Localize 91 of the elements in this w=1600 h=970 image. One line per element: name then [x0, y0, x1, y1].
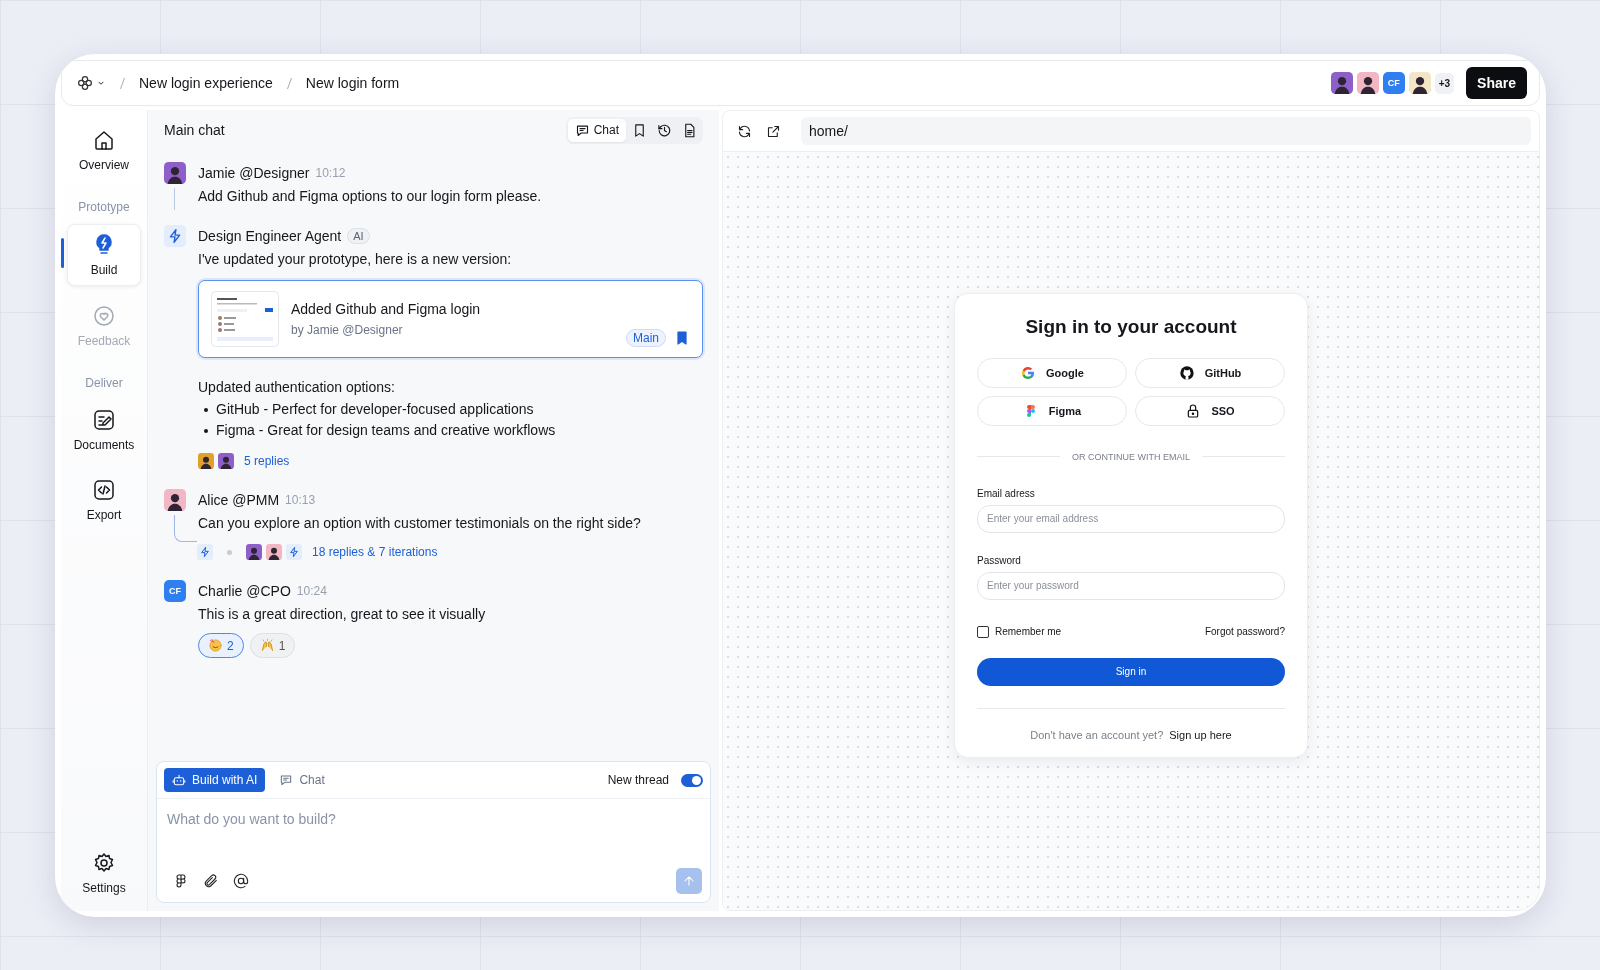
message-text: Updated authentication options:: [198, 378, 396, 396]
section-heading: Deliver: [85, 376, 123, 390]
workspace-menu-button[interactable]: [76, 74, 106, 92]
branch-tag: Main: [626, 329, 666, 347]
sidebar-item[interactable]: Overview: [67, 120, 141, 180]
bookmark-icon: [632, 122, 647, 138]
url-field[interactable]: home/: [801, 117, 1531, 145]
provider-button[interactable]: GitHub: [1135, 357, 1285, 388]
author-name: Charlie @CPO: [198, 583, 291, 599]
external-link-icon: [766, 123, 781, 139]
initials-avatar: CF: [1382, 72, 1405, 94]
paperclip-icon: [203, 873, 219, 889]
checkbox-label: Remember me: [995, 626, 1062, 637]
selection-indicator: [61, 238, 64, 268]
toggle-label: New thread: [607, 773, 669, 787]
message-text: I've updated your prototype, here is a new version:: [198, 250, 513, 268]
chat-tab[interactable]: Chat: [567, 118, 626, 142]
sidebar-item[interactable]: Build: [67, 224, 141, 286]
google-logo-icon: [1020, 364, 1037, 381]
message-time: 10:12: [315, 166, 346, 180]
reaction-button[interactable]: 2: [198, 633, 244, 658]
figma-icon: [173, 873, 189, 889]
login-title: Sign in to your account: [1024, 315, 1238, 338]
breadcrumb-link[interactable]: New login form: [305, 75, 400, 91]
checkbox[interactable]: [977, 625, 989, 638]
input-field[interactable]: Enter your email address: [977, 504, 1285, 533]
message-composer[interactable]: Build with AI Chat New thread What do you want to build?: [156, 761, 711, 903]
thread-link[interactable]: 18 replies & 7 iterations: [312, 545, 438, 559]
share-button[interactable]: Share: [1466, 67, 1527, 99]
at-sign-icon: [233, 873, 249, 889]
signup-prompt: Don't have an account yet?: [1030, 728, 1164, 741]
thread-line: [174, 515, 197, 542]
arrow-up-icon: [682, 874, 696, 888]
logo-icon: [76, 74, 94, 92]
message-text: Add Github and Figma options to our login form please.: [198, 187, 543, 205]
mode-tab[interactable]: Build with AI: [164, 768, 266, 792]
divider-label: OR CONTINUE WITH EMAIL: [1072, 451, 1190, 462]
sign-in-button[interactable]: Sign in: [977, 657, 1285, 686]
ai-badge: AI: [347, 228, 370, 244]
message-text: Can you explore an option with customer testimonials on the right side?: [198, 514, 642, 532]
document-icon: [682, 122, 697, 138]
party-face-icon: [208, 638, 223, 653]
message-time: 10:13: [285, 493, 316, 507]
agent-avatar: [197, 544, 213, 560]
sign-up-link[interactable]: Sign up here: [1169, 728, 1232, 741]
agent-avatar: [286, 544, 302, 560]
author-name: Design Engineer Agent: [198, 228, 342, 244]
github-logo-icon: [1178, 364, 1195, 381]
provider-button[interactable]: Figma: [977, 395, 1127, 426]
thumbnail-drawing: [211, 291, 279, 347]
bullet-icon: [204, 428, 208, 433]
thread-line: [174, 188, 175, 210]
breadcrumb-link[interactable]: New login experience: [139, 75, 273, 91]
message-text: This is a great direction, great to see it visually: [198, 605, 487, 623]
settings-icon: [92, 851, 116, 875]
field-label: Email adress: [977, 487, 1036, 499]
initials-avatar: CF: [164, 580, 186, 602]
version-title: Added Github and Figma login: [291, 301, 482, 317]
forgot-password-link[interactable]: Forgot password?: [1204, 626, 1285, 637]
author-name: Jamie @Designer: [198, 165, 310, 181]
chat-bubble-icon: [574, 122, 590, 138]
list-item: Figma - Great for design teams and creative workflows: [216, 421, 556, 440]
sidebar-item[interactable]: Export: [67, 470, 141, 530]
chat-bubble-icon: [279, 773, 294, 787]
code-icon: [92, 478, 116, 502]
replies-link[interactable]: 5 replies: [244, 454, 290, 468]
list-item: GitHub - Perfect for developer-focused applications: [216, 400, 534, 419]
history-icon: [657, 122, 672, 138]
settings-button[interactable]: Settings: [67, 843, 141, 903]
provider-button[interactable]: SSO: [1135, 395, 1285, 426]
chat-title: Main chat: [164, 122, 225, 138]
provider-button[interactable]: Google: [977, 357, 1127, 388]
more-collaborators-count[interactable]: +3: [1434, 72, 1455, 94]
raised-hands-icon: [259, 638, 275, 653]
sidebar-item[interactable]: Documents: [67, 400, 141, 460]
agent-avatar: [164, 225, 186, 247]
bullet-icon: [204, 407, 208, 412]
version-card[interactable]: Added Github and Figma login by Jamie @Designer Main: [198, 280, 703, 358]
reaction-button[interactable]: 1: [249, 633, 296, 658]
version-author: by Jamie @Designer: [291, 323, 404, 337]
document-edit-icon: [92, 408, 116, 432]
new-thread-toggle[interactable]: [681, 773, 703, 787]
author-name: Alice @PMM: [198, 492, 280, 508]
section-heading: Prototype: [78, 200, 130, 214]
input-field[interactable]: Enter your password: [977, 571, 1285, 600]
home-icon: [92, 128, 116, 152]
field-label: Password: [977, 554, 1022, 566]
mode-tab[interactable]: Chat: [271, 768, 333, 792]
robot-icon: [172, 773, 186, 787]
reload-icon: [737, 123, 752, 139]
message-time: 10:24: [296, 584, 327, 598]
